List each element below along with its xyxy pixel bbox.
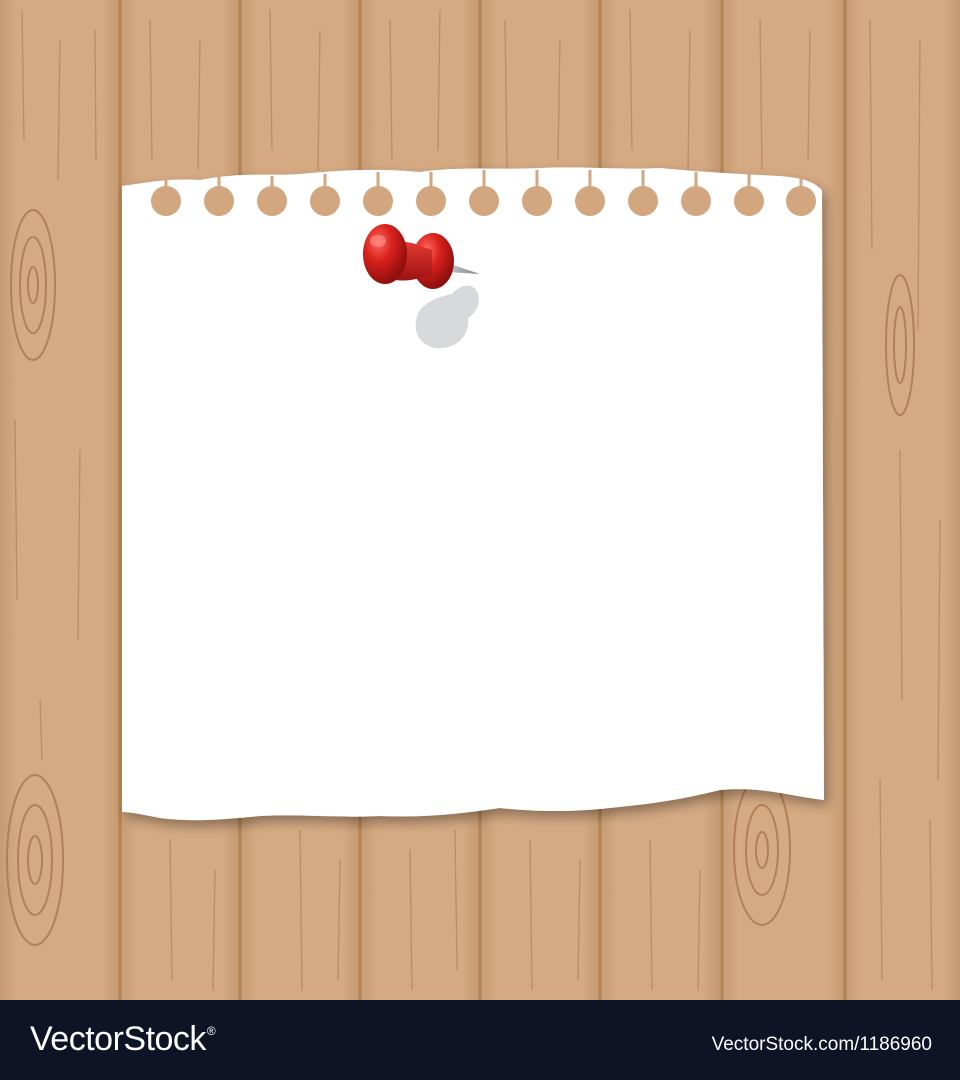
watermark-footer: VectorStock® VectorStock.com/1186960 bbox=[0, 1000, 960, 1080]
pin-head bbox=[363, 224, 407, 284]
brand-name: VectorStock bbox=[30, 1020, 206, 1058]
vectorstock-logo: VectorStock® bbox=[30, 1020, 216, 1059]
stock-image: VectorStock® VectorStock.com/1186960 bbox=[0, 0, 960, 1080]
registered-mark: ® bbox=[206, 1024, 216, 1038]
image-id: VectorStock.com/1186960 bbox=[711, 1034, 932, 1055]
paper-sheet bbox=[122, 167, 824, 821]
wood-board-with-note bbox=[0, 0, 960, 1000]
paper-note bbox=[122, 167, 824, 821]
